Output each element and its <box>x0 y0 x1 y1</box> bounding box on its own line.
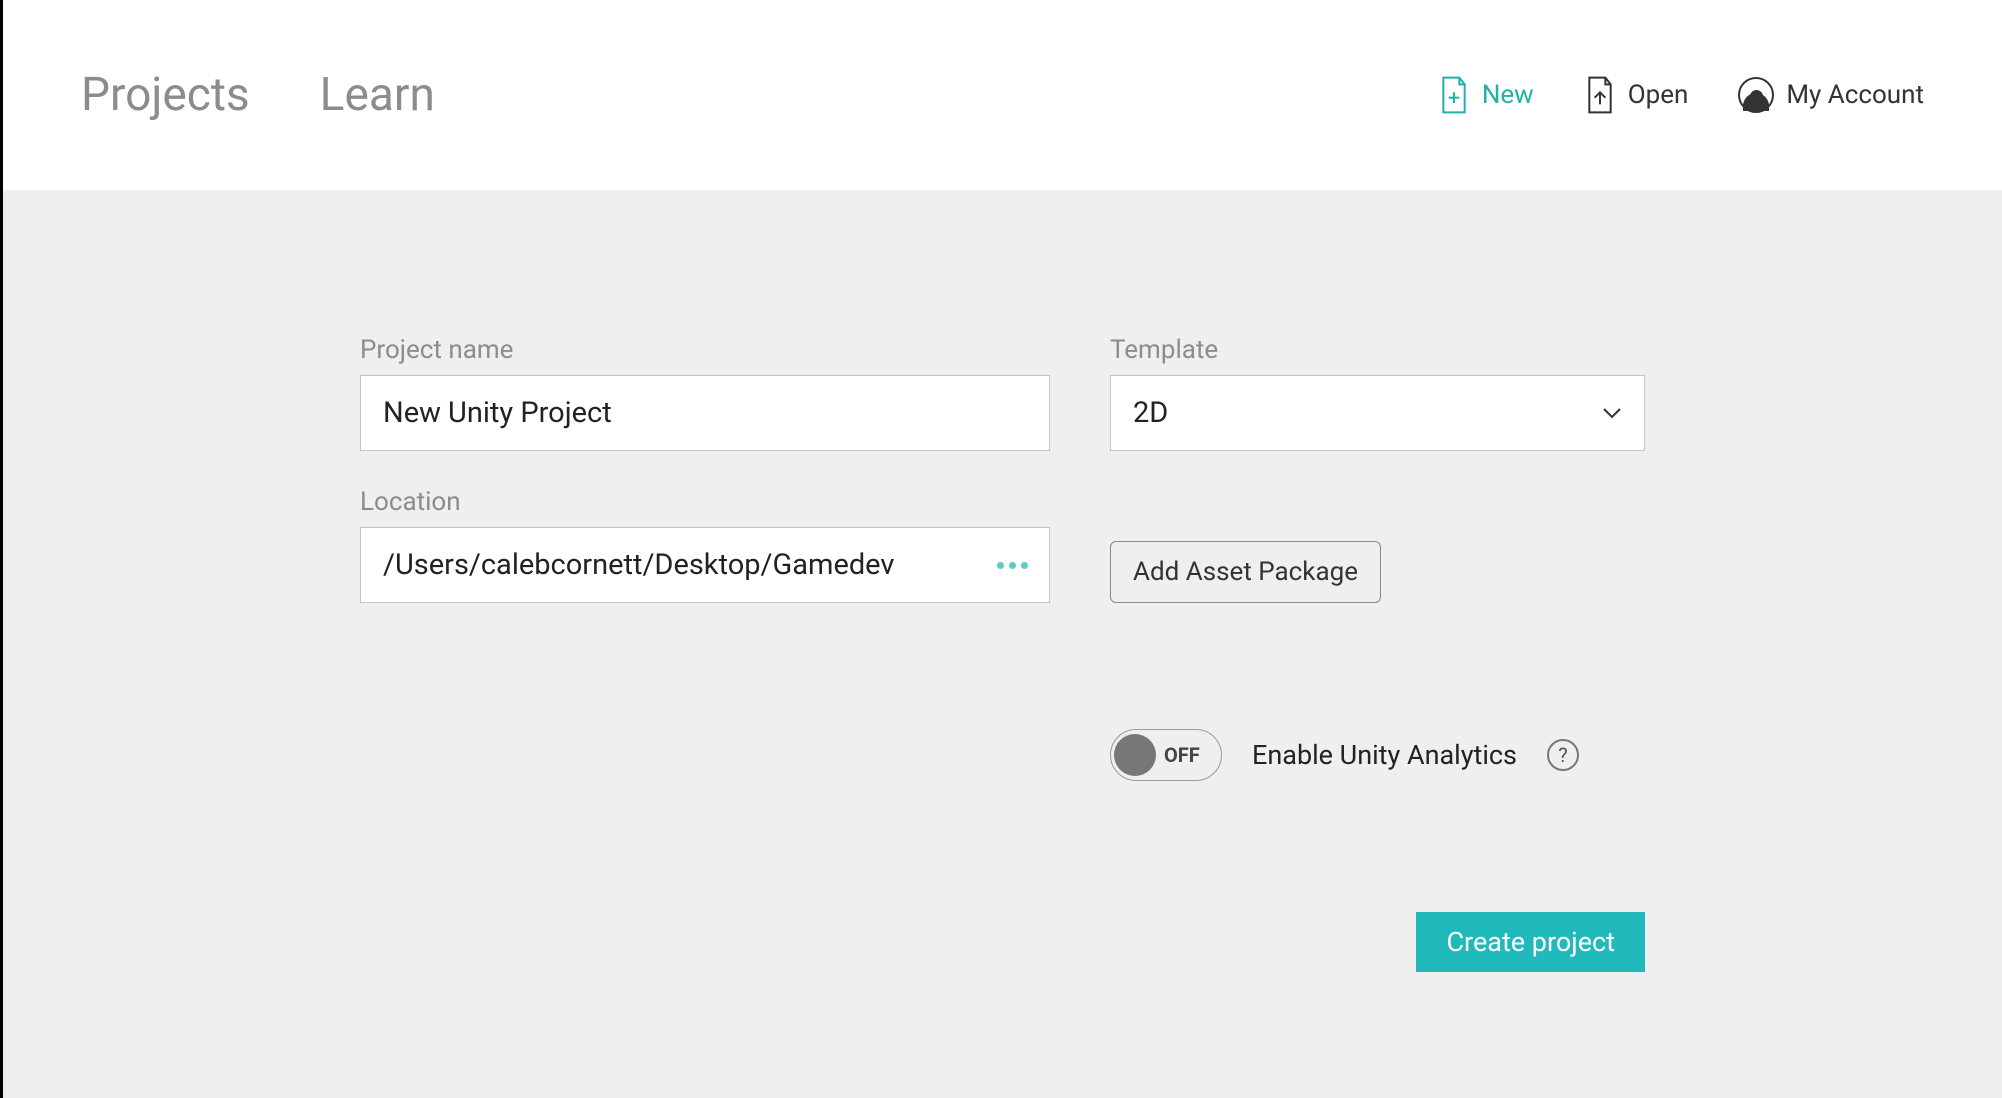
location-label: Location <box>360 487 1050 517</box>
dot-icon <box>1009 562 1016 569</box>
add-package-container: Add Asset Package <box>1110 487 1645 603</box>
project-name-group: Project name <box>360 335 1050 451</box>
template-label: Template <box>1110 335 1645 365</box>
open-button[interactable]: Open <box>1584 75 1689 115</box>
create-project-button[interactable]: Create project <box>1416 912 1645 972</box>
template-value: 2D <box>1133 396 1168 430</box>
tab-projects[interactable]: Projects <box>81 68 250 122</box>
new-label: New <box>1482 80 1534 110</box>
new-file-icon <box>1438 75 1470 115</box>
app-header: Projects Learn New Open <box>3 0 2002 190</box>
location-group: Location <box>360 487 1050 603</box>
analytics-toggle[interactable]: OFF <box>1110 729 1222 781</box>
account-button[interactable]: My Account <box>1738 77 1924 113</box>
open-file-icon <box>1584 75 1616 115</box>
location-input[interactable] <box>360 527 1050 603</box>
header-tabs: Projects Learn <box>81 68 435 122</box>
analytics-row: OFF Enable Unity Analytics ? <box>1110 729 1645 781</box>
project-name-input[interactable] <box>360 375 1050 451</box>
toggle-knob <box>1114 734 1156 776</box>
add-asset-package-button[interactable]: Add Asset Package <box>1110 541 1381 603</box>
create-row: Create project <box>1110 912 1645 972</box>
header-actions: New Open My Account <box>1438 75 1924 115</box>
open-label: Open <box>1628 80 1689 110</box>
toggle-state-label: OFF <box>1164 743 1200 767</box>
account-label: My Account <box>1786 80 1924 110</box>
new-project-form: Project name Template 2D Location <box>360 335 1645 972</box>
template-select[interactable]: 2D <box>1110 375 1645 451</box>
dot-icon <box>1021 562 1028 569</box>
content-area: Project name Template 2D Location <box>3 190 2002 1098</box>
template-group: Template 2D <box>1110 335 1645 451</box>
analytics-help-button[interactable]: ? <box>1547 739 1579 771</box>
new-button[interactable]: New <box>1438 75 1534 115</box>
user-icon <box>1738 77 1774 113</box>
analytics-label: Enable Unity Analytics <box>1252 739 1517 771</box>
dot-icon <box>997 562 1004 569</box>
chevron-down-icon <box>1602 407 1622 419</box>
project-name-label: Project name <box>360 335 1050 365</box>
location-browse-button[interactable] <box>997 562 1028 569</box>
location-input-wrap <box>360 527 1050 603</box>
tab-learn[interactable]: Learn <box>320 68 435 122</box>
